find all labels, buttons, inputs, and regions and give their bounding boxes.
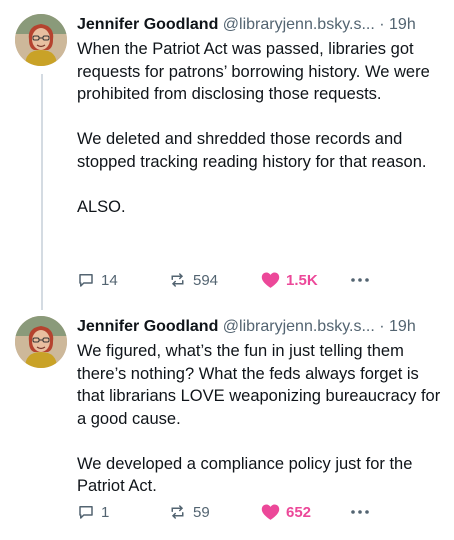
thread-connector-line	[41, 74, 43, 310]
post-actions: 1 59 652	[77, 500, 442, 524]
heart-icon	[261, 272, 280, 288]
speech-bubble-icon	[79, 506, 93, 519]
like-count: 1.5K	[286, 271, 318, 289]
avatar-image	[15, 316, 67, 368]
speech-bubble-icon	[79, 274, 93, 287]
author-display-name[interactable]: Jennifer Goodland	[77, 318, 218, 335]
reply-button[interactable]: 14	[77, 271, 118, 289]
post-timestamp[interactable]: 19h	[389, 318, 416, 335]
avatar[interactable]	[15, 14, 67, 66]
repost-button[interactable]: 59	[168, 503, 210, 521]
ellipsis-icon	[351, 510, 369, 514]
author-handle[interactable]: @libraryjenn.bsky.s...	[223, 16, 375, 33]
heart-icon	[261, 504, 280, 520]
post-body: We figured, what’s the fun in just telli…	[77, 340, 442, 498]
reply-count: 1	[101, 503, 110, 521]
like-button[interactable]: 652	[261, 503, 311, 521]
author-handle[interactable]: @libraryjenn.bsky.s...	[223, 318, 375, 335]
repost-arrows-icon	[171, 273, 184, 287]
post-timestamp[interactable]: 19h	[389, 16, 416, 33]
post-header: Jennifer Goodland @libraryjenn.bsky.s...…	[77, 316, 442, 338]
post-paragraph: We figured, what’s the fun in just telli…	[77, 342, 441, 428]
more-options-button[interactable]	[350, 277, 370, 283]
reply-count: 14	[101, 271, 118, 289]
post-paragraph: When the Patriot Act was passed, librari…	[77, 40, 430, 103]
post-paragraph: We developed a compliance policy just fo…	[77, 454, 413, 496]
repost-button[interactable]: 594	[168, 271, 218, 289]
post-header: Jennifer Goodland @libraryjenn.bsky.s...…	[77, 14, 442, 36]
post-content: Jennifer Goodland @libraryjenn.bsky.s...…	[77, 14, 442, 218]
avatar-image	[15, 14, 67, 66]
like-button[interactable]: 1.5K	[261, 271, 318, 289]
post-actions: 14 594 1.5K	[77, 268, 442, 292]
repost-count: 594	[193, 271, 219, 289]
post-paragraph: ALSO.	[77, 197, 126, 216]
post-paragraph: We deleted and shredded those records an…	[77, 130, 427, 171]
author-display-name[interactable]: Jennifer Goodland	[77, 16, 218, 33]
separator-dot: ·	[379, 318, 385, 335]
reply-button[interactable]: 1	[77, 503, 109, 521]
post-body: When the Patriot Act was passed, librari…	[77, 38, 442, 218]
ellipsis-icon	[351, 278, 369, 282]
more-options-button[interactable]	[350, 509, 370, 515]
avatar[interactable]	[15, 316, 67, 368]
repost-arrows-icon	[171, 505, 184, 519]
like-count: 652	[286, 503, 312, 521]
separator-dot: ·	[379, 16, 385, 33]
repost-count: 59	[193, 503, 210, 521]
post-content: Jennifer Goodland @libraryjenn.bsky.s...…	[77, 316, 442, 498]
